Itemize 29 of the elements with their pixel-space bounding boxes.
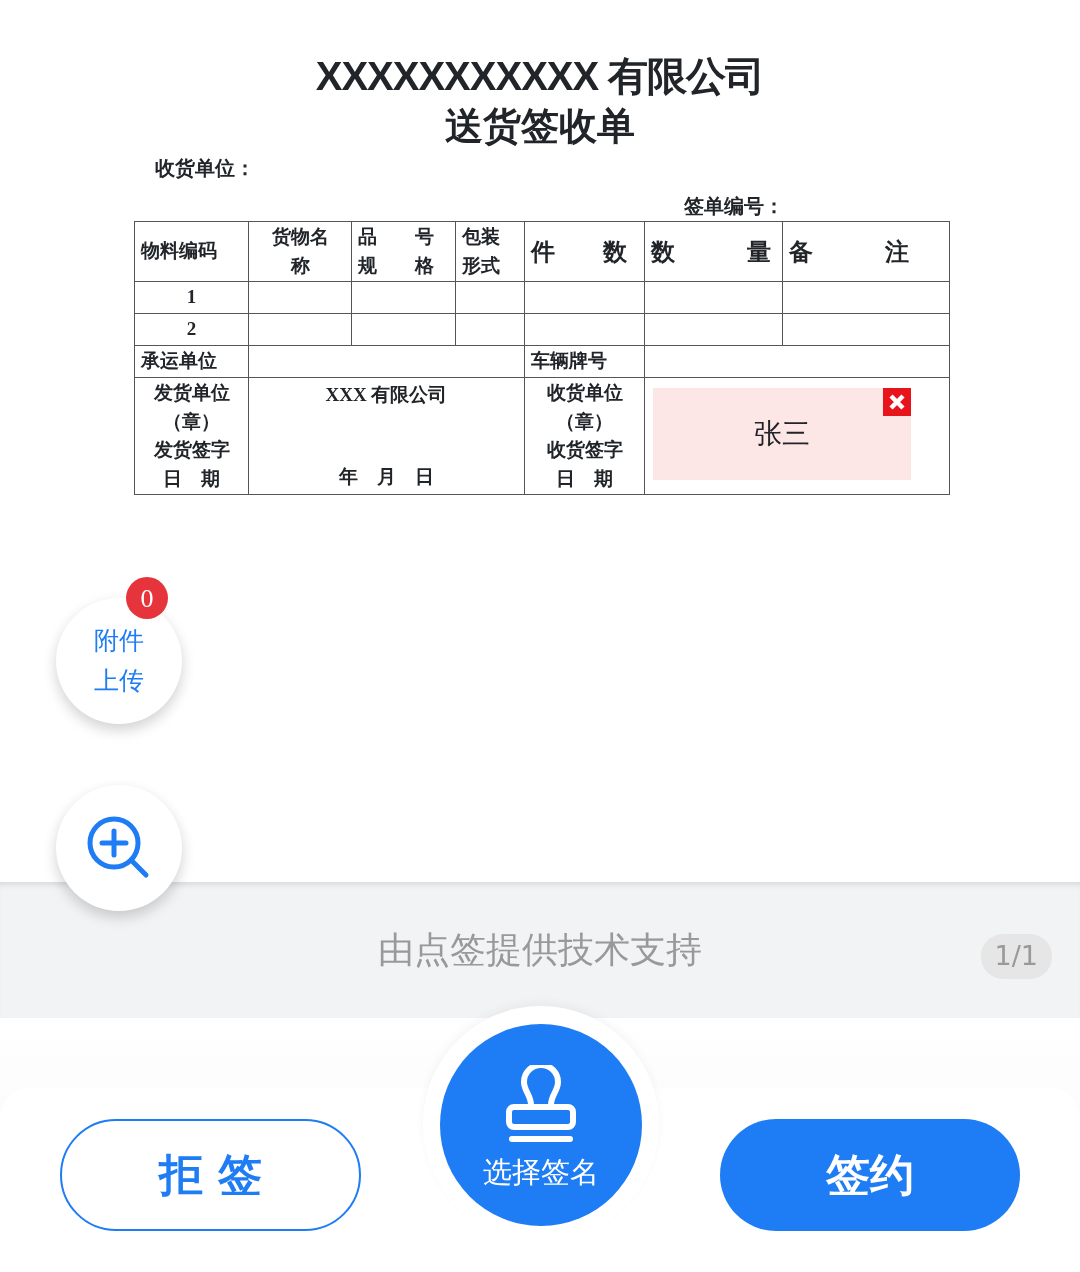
shipper-labels: 发货单位 （章） 发货签字 日 期 <box>152 381 231 491</box>
count-badge: 0 <box>126 577 168 619</box>
stamp-icon <box>504 1064 578 1145</box>
column-header: 数 量 <box>651 237 771 267</box>
row-number: 1 <box>186 286 197 308</box>
page-indicator: 1/1 <box>980 934 1052 979</box>
receiver-labels: 收货单位 （章） 收货签字 日 期 <box>545 381 624 491</box>
shipper-company: XXX 有限公司 <box>325 383 448 408</box>
date-text: 年 月 日 <box>339 464 434 489</box>
reject-button[interactable]: 拒 签 <box>60 1119 361 1231</box>
signature-text: 张三 <box>754 416 810 453</box>
column-header: 备 注 <box>789 237 909 267</box>
plate-label: 车辆牌号 <box>531 350 607 372</box>
close-icon[interactable] <box>883 388 911 417</box>
sign-button[interactable]: 签约 <box>720 1119 1020 1231</box>
row-number: 2 <box>186 318 197 340</box>
credit-text: 由点签提供技术支持 <box>378 928 702 972</box>
column-header: 包装 形式 <box>462 225 500 278</box>
carrier-label: 承运单位 <box>141 350 217 372</box>
column-header: 品 号 规 格 <box>358 225 434 278</box>
column-header: 件 数 <box>531 237 627 267</box>
document-number-label: 签单编号： <box>684 194 785 220</box>
zoom-button[interactable] <box>56 785 182 911</box>
column-header: 货物名 称 <box>271 225 329 278</box>
document-title: 送货签收单 <box>444 104 636 149</box>
company-title: XXXXXXXXXXX 有限公司 <box>314 53 766 100</box>
consignee-label: 收货单位： <box>155 156 256 182</box>
signature-box[interactable]: 张三 <box>653 388 911 481</box>
column-header: 物料编码 <box>141 239 217 264</box>
